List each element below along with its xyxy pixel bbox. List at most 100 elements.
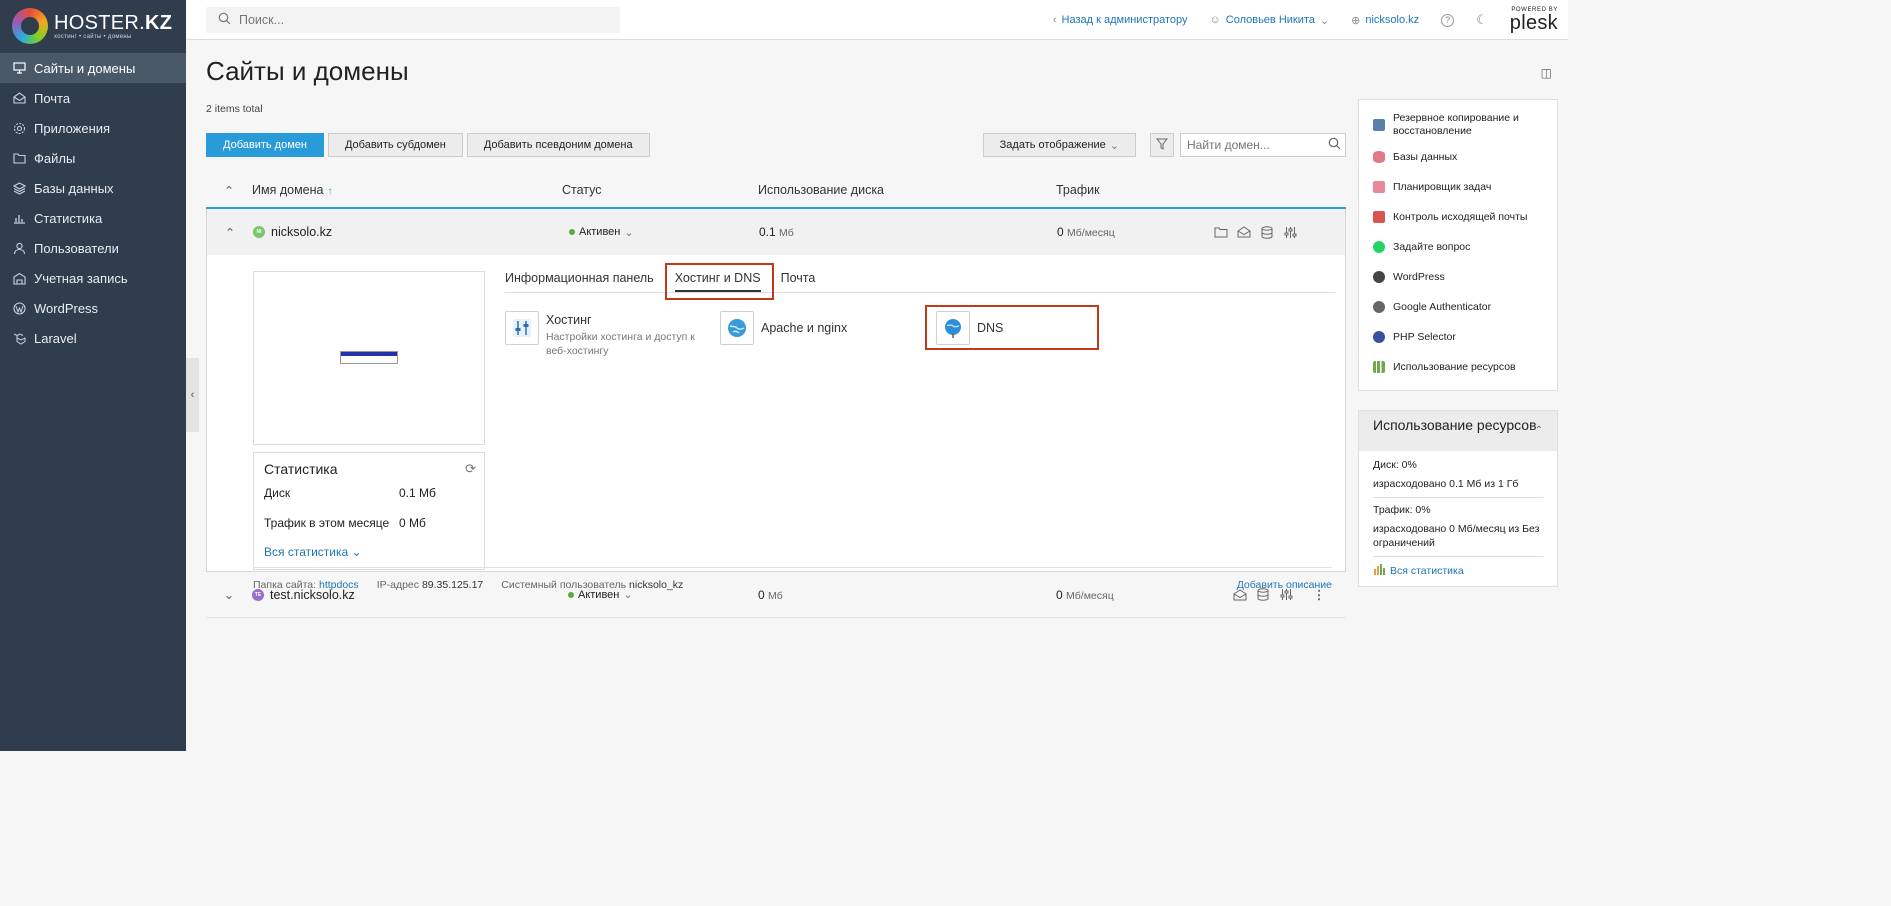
ip-value: 89.35.125.17: [421, 578, 484, 591]
php-icon: [1373, 331, 1385, 343]
site-folder-link[interactable]: httpdocs: [319, 579, 359, 591]
back-to-admin-link[interactable]: ‹ Назад к администратору: [1053, 14, 1188, 26]
tool-ask-question[interactable]: Задайте вопрос: [1359, 232, 1557, 262]
sidebar-item-sites[interactable]: Сайты и домены: [0, 53, 186, 83]
global-search[interactable]: [206, 7, 620, 33]
sysuser-label: Системный пользователь: [501, 578, 627, 591]
folder-icon[interactable]: [1214, 225, 1228, 239]
usage-disk-detail: израсходовано 0.1 Мб из 1 Гб: [1373, 477, 1543, 498]
sidebar-item-apps[interactable]: Приложения: [0, 113, 186, 143]
sidebar-item-files[interactable]: Файлы: [0, 143, 186, 173]
envelope-icon: [1373, 211, 1385, 223]
collapse-all-icon[interactable]: ⌃: [206, 183, 252, 198]
sidebar-item-databases[interactable]: Базы данных: [0, 173, 186, 203]
add-domain-button[interactable]: Добавить домен: [206, 133, 324, 157]
usage-all-stats-label: Вся статистика: [1390, 564, 1464, 577]
laravel-icon: [13, 332, 26, 345]
disk-value: 0.1: [759, 225, 776, 239]
database-icon[interactable]: [1260, 225, 1274, 239]
stats-traffic-value: 0 Мб: [399, 516, 426, 530]
tool-wordpress[interactable]: WordPress: [1359, 262, 1557, 292]
panel-toggle-icon[interactable]: ◫: [1541, 66, 1552, 80]
add-domain-alias-button[interactable]: Добавить псевдоним домена: [466, 133, 650, 157]
column-header-name-label: Имя домена: [252, 183, 324, 197]
mail-icon[interactable]: [1237, 225, 1251, 239]
tool-google-authenticator[interactable]: Google Authenticator: [1359, 292, 1557, 322]
column-header-traffic[interactable]: Трафик: [1056, 183, 1256, 197]
tool-databases[interactable]: Базы данных: [1359, 142, 1557, 172]
global-search-input[interactable]: [239, 13, 599, 27]
help-icon[interactable]: ?: [1441, 13, 1455, 27]
highlight-box-tab: [665, 263, 774, 300]
sidebar-item-statistics[interactable]: Статистика: [0, 203, 186, 233]
globe-icon: ⊕: [1351, 14, 1361, 27]
resource-usage-header[interactable]: Использование ресурсов ⌃: [1359, 411, 1557, 451]
domain-card-expanded: ⌃ NI nicksolo.kz Активен ⌄ 0.1 Мб 0 Мб/ме…: [206, 209, 1346, 591]
chevron-down-icon[interactable]: ⌄: [206, 587, 252, 602]
tool-backup[interactable]: Резервное копирование и восстановление: [1359, 108, 1557, 142]
column-header-disk[interactable]: Использование диска: [758, 183, 1056, 197]
hosting-settings-tile[interactable]: Хостинг Настройки хостинга и доступ к веб…: [505, 311, 706, 358]
filter-button[interactable]: [1150, 133, 1174, 157]
moon-icon[interactable]: ☾: [1476, 12, 1488, 28]
apache-nginx-tile[interactable]: Apache и nginx: [720, 311, 847, 345]
tool-scheduler[interactable]: Планировщик задач: [1359, 172, 1557, 202]
settings-sliders-icon[interactable]: [1283, 225, 1297, 239]
sidebar-item-account[interactable]: Учетная запись: [0, 263, 186, 293]
tab-mail[interactable]: Почта: [781, 271, 816, 292]
resource-usage-title: Использование ресурсов: [1373, 417, 1537, 433]
site-preview[interactable]: [253, 271, 485, 445]
chevron-up-icon[interactable]: ⌃: [1535, 423, 1543, 439]
chevron-up-icon[interactable]: ⌃: [207, 225, 253, 240]
domain-menu[interactable]: ⊕ nicksolo.kz: [1351, 14, 1419, 27]
sidebar-item-label: Статистика: [34, 210, 103, 226]
domain-search[interactable]: [1180, 133, 1346, 157]
database-icon: [1373, 151, 1385, 163]
domain-search-input[interactable]: [1187, 138, 1317, 152]
tool-outgoing-mail[interactable]: Контроль исходящей почты: [1359, 202, 1557, 232]
domain-favicon: NI: [253, 226, 265, 238]
view-mode-button[interactable]: Задать отображение ⌄: [982, 133, 1136, 157]
sidebar-nav: Сайты и домены Почта Приложения Файлы Ба…: [0, 53, 186, 353]
chevron-left-icon: ‹: [1052, 14, 1057, 26]
all-statistics-link[interactable]: Вся статистика ⌄: [264, 545, 474, 559]
table-row[interactable]: ⌃ NI nicksolo.kz Активен ⌄ 0.1 Мб 0 Мб/ме…: [207, 209, 1345, 255]
status-dropdown[interactable]: Активен ⌄: [563, 226, 759, 239]
site-preview-thumbnail: [340, 351, 398, 364]
backup-icon: [1373, 119, 1385, 131]
sidebar-collapse-button[interactable]: ‹: [186, 358, 199, 432]
toolbar: Добавить домен Добавить субдомен Добавит…: [206, 133, 1346, 157]
usage-traffic-detail: израсходовано 0 Мб/месяц из Без ограниче…: [1373, 522, 1543, 557]
topbar-right: ‹ Назад к администратору ☺ Соловьев Никита…: [1053, 0, 1558, 40]
sidebar-item-users[interactable]: Пользователи: [0, 233, 186, 263]
hosting-settings-title: Хостинг: [546, 313, 592, 327]
layers-icon: [13, 181, 26, 195]
domain-footer: Папка сайта: httpdocs IP-адрес 89.35.125…: [253, 567, 1332, 601]
sidebar-item-mail[interactable]: Почта: [0, 83, 186, 113]
traffic-usage: 0 Мб/месяц: [1057, 225, 1207, 239]
usage-all-stats-link[interactable]: Вся статистика: [1373, 563, 1543, 578]
add-description-link[interactable]: Добавить описание: [1237, 579, 1332, 591]
ip-label: IP-адрес: [376, 578, 420, 591]
tool-label: PHP Selector: [1393, 330, 1456, 343]
sidebar-item-laravel[interactable]: Laravel: [0, 323, 186, 353]
user-menu[interactable]: ☺ Соловьев Никита ⌄: [1210, 14, 1330, 27]
tab-dashboard[interactable]: Информационная панель: [505, 271, 654, 292]
page-title: Сайты и домены: [206, 56, 409, 86]
logo[interactable]: HOSTER.KZ хостинг • сайты • домены: [0, 0, 186, 52]
column-header-status[interactable]: Статус: [562, 183, 758, 197]
tool-php-selector[interactable]: PHP Selector: [1359, 322, 1557, 352]
search-icon[interactable]: [1328, 137, 1341, 153]
column-header-name[interactable]: Имя домена ↑: [252, 183, 562, 197]
chevron-down-icon: ⌄: [351, 545, 362, 559]
wordpress-icon: [1373, 271, 1385, 283]
refresh-icon[interactable]: ⟳: [465, 461, 476, 477]
tool-resource-usage[interactable]: Использование ресурсов: [1359, 352, 1557, 382]
status-label: Активен: [579, 226, 621, 238]
add-subdomain-button[interactable]: Добавить субдомен: [327, 133, 463, 157]
tool-label: Планировщик задач: [1393, 180, 1492, 193]
sidebar-item-wordpress[interactable]: WordPress: [0, 293, 186, 323]
domain-name-link[interactable]: nicksolo.kz: [271, 225, 332, 239]
chevron-down-icon: ⌄: [1109, 139, 1119, 152]
logo-tagline: хостинг • сайты • домены: [54, 33, 132, 40]
